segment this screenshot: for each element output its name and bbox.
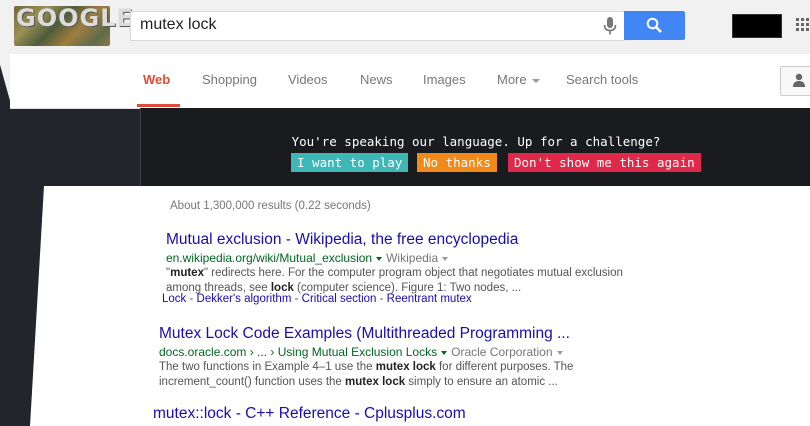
snippet-part: The two functions in Example 4–1 use the [159,361,376,373]
result-snippet: The two functions in Example 4–1 use the… [159,360,629,390]
result-source: Oracle Corporation [451,345,553,359]
snippet-part: simply to ensure an atomic ... [405,376,558,388]
no-thanks-button[interactable]: No thanks [417,153,497,172]
snippet-highlight: mutex lock [375,361,436,373]
result-url: en.wikipedia.org/wiki/Mutual_exclusion Wi… [166,251,636,265]
search-result: mutex::lock - C++ Reference - Cplusplus.… [153,405,623,423]
redacted-account-area [732,14,782,38]
sitelink-reentrant-mutex[interactable]: Reentrant mutex [387,293,472,305]
dont-show-again-button[interactable]: Don't show me this again [508,153,701,172]
want-to-play-button[interactable]: I want to play [291,153,409,172]
sitelink-lock[interactable]: Lock [162,293,186,305]
result-url-text: docs.oracle.com › ... › Using Mutual Exc… [159,345,438,359]
result-title-link[interactable]: mutex::lock - C++ Reference - Cplusplus.… [153,405,623,423]
url-dropdown-icon[interactable] [376,256,383,261]
result-url-text: en.wikipedia.org/wiki/Mutual_exclusion [166,251,373,265]
google-logo[interactable]: GOOGLE [14,4,133,46]
source-dropdown-icon[interactable] [442,256,449,261]
search-button[interactable] [624,11,685,40]
result-sitelinks: Lock - Dekker's algorithm - Critical sec… [162,293,472,305]
result-stats: About 1,300,000 results (0.22 seconds) [170,200,371,212]
tab-shopping[interactable]: Shopping [202,72,257,87]
result-snippet: "mutex" redirects here. For the computer… [166,266,636,296]
account-button[interactable] [780,66,810,96]
search-input[interactable]: mutex lock [130,11,625,41]
foobar-challenge-banner: You're speaking our language. Up for a c… [140,108,810,188]
search-result: Mutex Lock Code Examples (Multithreaded … [159,325,629,390]
logo-text: GOOGLE [16,4,134,32]
tab-news[interactable]: News [360,72,393,87]
search-query-text: mutex lock [140,16,217,33]
nav-bar [10,54,810,109]
mic-icon[interactable] [603,17,617,35]
sitelink-dekker[interactable]: Dekker's algorithm [197,293,292,305]
chevron-down-icon [531,78,540,83]
result-url: docs.oracle.com › ... › Using Mutual Exc… [159,345,629,359]
result-title-link[interactable]: Mutex Lock Code Examples (Multithreaded … [159,325,629,343]
result-source: Wikipedia [386,251,439,265]
tab-videos[interactable]: Videos [288,72,328,87]
tab-more-label: More [497,72,527,87]
sitelink-critical-section[interactable]: Critical section [302,293,377,305]
tab-more[interactable]: More [497,72,540,87]
account-icon [793,73,805,87]
source-dropdown-icon[interactable] [556,350,563,355]
url-dropdown-icon[interactable] [441,350,448,355]
snippet-highlight: mutex lock [345,376,406,388]
tab-images[interactable]: Images [423,72,466,87]
active-tab-indicator [137,104,180,107]
apps-icon[interactable] [796,18,810,32]
search-result: Mutual exclusion - Wikipedia, the free e… [166,231,636,296]
tab-web[interactable]: Web [143,72,170,87]
tab-search-tools[interactable]: Search tools [566,72,638,87]
snippet-highlight: mutex [170,267,204,279]
search-icon [646,17,662,33]
result-title-link[interactable]: Mutual exclusion - Wikipedia, the free e… [166,231,636,249]
results-area [30,186,810,426]
challenge-message: You're speaking our language. Up for a c… [291,134,661,149]
